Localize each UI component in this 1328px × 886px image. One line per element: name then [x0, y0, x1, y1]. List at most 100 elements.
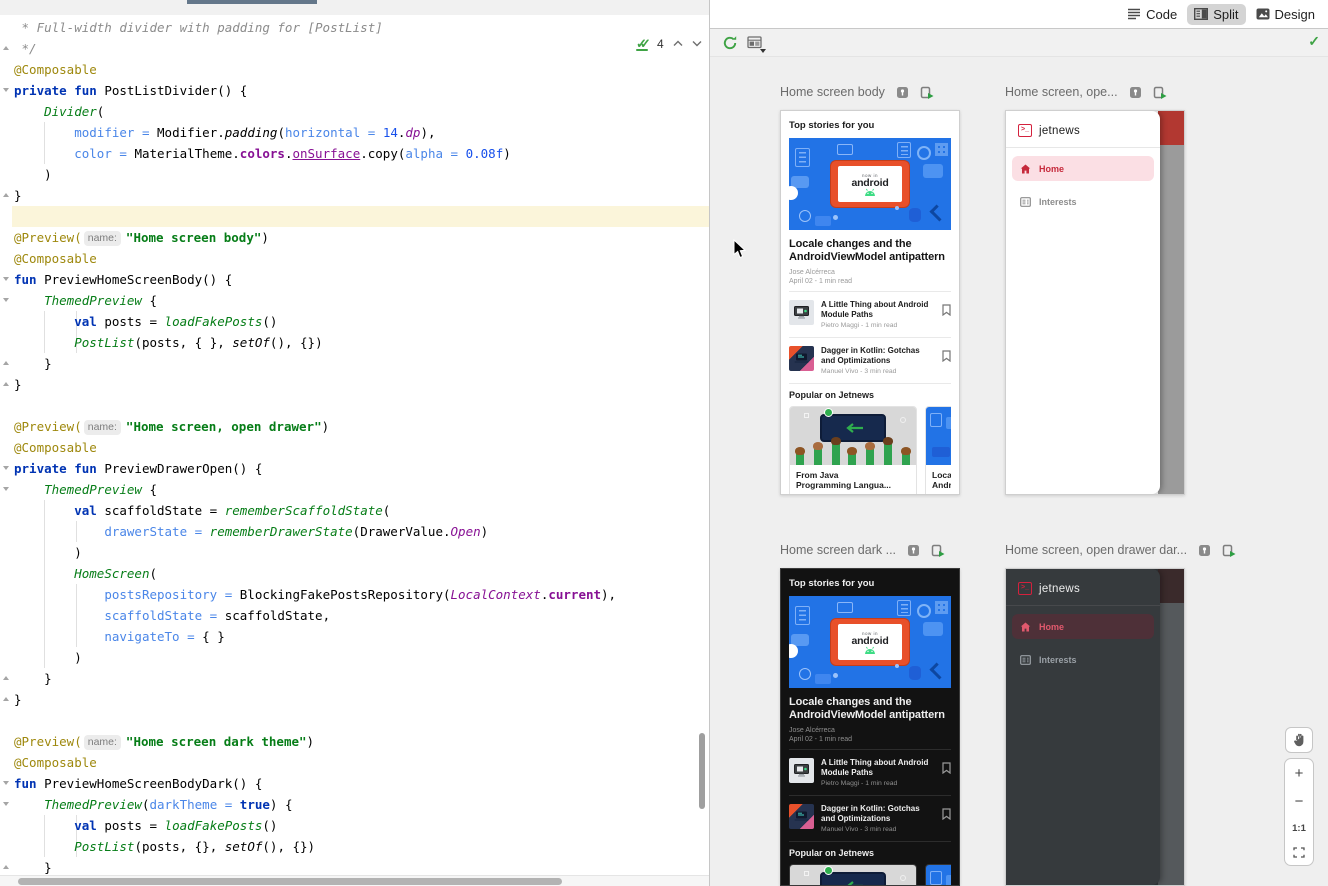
preview-home-dark[interactable]: Top stories for you now in android Local…	[780, 568, 960, 886]
preview-drawer-dark[interactable]: >_ jetnews Home Interests	[1005, 568, 1185, 886]
fold-open-icon[interactable]	[3, 802, 9, 806]
hero-headline[interactable]: Locale changes and the AndroidViewModel …	[789, 696, 951, 723]
code-line[interactable]: Divider(	[14, 101, 104, 122]
layout-switch-icon[interactable]	[747, 36, 762, 49]
fold-close-icon[interactable]	[3, 193, 9, 197]
bookmark-icon[interactable]	[942, 762, 951, 774]
fold-open-icon[interactable]	[3, 487, 9, 491]
fold-close-icon[interactable]	[3, 865, 9, 869]
code-line[interactable]: @Composable	[14, 437, 97, 458]
bookmark-icon[interactable]	[942, 350, 951, 362]
code-line[interactable]: @Composable	[14, 752, 97, 773]
fold-open-icon[interactable]	[3, 781, 9, 785]
code-line[interactable]: */	[14, 38, 37, 59]
zoom-out-button[interactable]: −	[1295, 794, 1304, 809]
post-list-item[interactable]: A Little Thing about Android Module Path…	[789, 298, 951, 331]
preview-title[interactable]: Home screen, ope...	[1005, 85, 1118, 99]
code-line[interactable]: fun PreviewHomeScreenBodyDark() {	[14, 773, 262, 794]
code-line[interactable]: private fun PreviewDrawerOpen() {	[14, 458, 262, 479]
prev-problem-icon[interactable]	[673, 40, 683, 47]
fold-close-icon[interactable]	[3, 382, 9, 386]
code-line[interactable]: }	[14, 374, 22, 395]
scrim[interactable]	[1158, 603, 1184, 885]
fold-open-icon[interactable]	[3, 88, 9, 92]
fold-close-icon[interactable]	[3, 697, 9, 701]
editor-horizontal-scrollbar-track[interactable]	[0, 875, 709, 886]
code-line[interactable]: }	[14, 689, 22, 710]
code-lines[interactable]: * Full-width divider with padding for [P…	[0, 0, 709, 886]
interactive-preview-icon[interactable]	[1129, 86, 1142, 99]
tab-design[interactable]: Design	[1249, 4, 1322, 25]
code-line[interactable]: navigateTo = { }	[14, 626, 225, 647]
bookmark-icon[interactable]	[942, 304, 951, 316]
drawer-item-home[interactable]: Home	[1012, 156, 1154, 181]
run-on-device-icon[interactable]	[1153, 86, 1167, 99]
code-line[interactable]: @Preview(name:"Home screen, open drawer"…	[14, 416, 329, 437]
fold-open-icon[interactable]	[3, 298, 9, 302]
code-line[interactable]: }	[14, 353, 52, 374]
fold-close-icon[interactable]	[3, 676, 9, 680]
fold-open-icon[interactable]	[3, 277, 9, 281]
preview-drawer-light[interactable]: >_ jetnews Home Interests	[1005, 110, 1185, 495]
code-line[interactable]: @Preview(name:"Home screen body")	[14, 227, 269, 248]
navigation-drawer[interactable]: >_ jetnews Home Interests	[1006, 569, 1160, 885]
code-line[interactable]: fun PreviewHomeScreenBody() {	[14, 269, 232, 290]
code-line[interactable]: @Composable	[14, 59, 97, 80]
preview-home-light[interactable]: Top stories for you now in android Local…	[780, 110, 960, 495]
preview-title[interactable]: Home screen dark ...	[780, 543, 896, 557]
code-line[interactable]: }	[14, 185, 22, 206]
code-line[interactable]: postsRepository = BlockingFakePostsRepos…	[14, 584, 616, 605]
zoom-actual-size-button[interactable]: 1:1	[1292, 823, 1306, 834]
popular-card[interactable]: LocaAndr Jose Al April 0	[925, 864, 951, 886]
code-line[interactable]: color = MaterialTheme.colors.onSurface.c…	[14, 143, 511, 164]
next-problem-icon[interactable]	[692, 40, 702, 47]
hero-headline[interactable]: Locale changes and the AndroidViewModel …	[789, 238, 951, 265]
code-line[interactable]: )	[14, 164, 52, 185]
code-line[interactable]: val posts = loadFakePosts()	[14, 311, 277, 332]
code-editor[interactable]: * Full-width divider with padding for [P…	[0, 0, 710, 886]
refresh-preview-icon[interactable]	[722, 35, 738, 51]
popular-card[interactable]: From JavaProgramming Langua... Florina M…	[789, 864, 917, 886]
popular-card[interactable]: LocaAndr Jose Al April 0	[925, 406, 951, 495]
code-line[interactable]: modifier = Modifier.padding(horizontal =…	[14, 122, 436, 143]
tab-code[interactable]: Code	[1120, 4, 1184, 25]
drawer-item-interests[interactable]: Interests	[1012, 189, 1154, 214]
interactive-preview-icon[interactable]	[896, 86, 909, 99]
post-list-item[interactable]: Dagger in Kotlin: Gotchas and Optimizati…	[789, 802, 951, 835]
code-line[interactable]: scaffoldState = scaffoldState,	[14, 605, 330, 626]
bookmark-icon[interactable]	[942, 808, 951, 820]
code-line[interactable]: }	[14, 668, 52, 689]
code-line[interactable]: ThemedPreview {	[14, 479, 157, 500]
code-line[interactable]: )	[14, 647, 82, 668]
code-line[interactable]: )	[14, 542, 82, 563]
zoom-in-button[interactable]: +	[1295, 766, 1304, 781]
preview-title[interactable]: Home screen, open drawer dar...	[1005, 543, 1187, 557]
preview-title[interactable]: Home screen body	[780, 85, 885, 99]
code-line[interactable]: drawerState = rememberDrawerState(Drawer…	[14, 521, 488, 542]
code-line[interactable]: private fun PostListDivider() {	[14, 80, 247, 101]
tab-split[interactable]: Split	[1187, 4, 1245, 25]
code-line[interactable]: val scaffoldState = rememberScaffoldStat…	[14, 500, 390, 521]
code-line[interactable]: HomeScreen(	[14, 563, 157, 584]
run-on-device-icon[interactable]	[1222, 544, 1236, 557]
code-line[interactable]: val posts = loadFakePosts()	[14, 815, 277, 836]
popular-card[interactable]: From JavaProgramming Langua... Florina M…	[789, 406, 917, 495]
inspections-widget[interactable]: ✓✓ 4	[636, 36, 702, 51]
code-line[interactable]: ThemedPreview {	[14, 290, 157, 311]
drawer-item-home[interactable]: Home	[1012, 614, 1154, 639]
code-line[interactable]: ThemedPreview(darkTheme = true) {	[14, 794, 292, 815]
run-on-device-icon[interactable]	[931, 544, 945, 557]
navigation-drawer[interactable]: >_ jetnews Home Interests	[1006, 111, 1160, 494]
fold-close-icon[interactable]	[3, 46, 9, 50]
drawer-item-interests[interactable]: Interests	[1012, 647, 1154, 672]
post-list-item[interactable]: A Little Thing about Android Module Path…	[789, 756, 951, 789]
code-line[interactable]: PostList(posts, {}, setOf(), {})	[14, 836, 315, 857]
editor-vertical-scrollbar[interactable]	[699, 733, 705, 809]
fold-close-icon[interactable]	[3, 361, 9, 365]
code-line[interactable]: @Preview(name:"Home screen dark theme")	[14, 731, 314, 752]
zoom-to-fit-icon[interactable]	[1293, 847, 1305, 858]
code-line[interactable]: PostList(posts, { }, setOf(), {})	[14, 332, 323, 353]
run-on-device-icon[interactable]	[920, 86, 934, 99]
interactive-preview-icon[interactable]	[907, 544, 920, 557]
post-list-item[interactable]: Dagger in Kotlin: Gotchas and Optimizati…	[789, 344, 951, 377]
